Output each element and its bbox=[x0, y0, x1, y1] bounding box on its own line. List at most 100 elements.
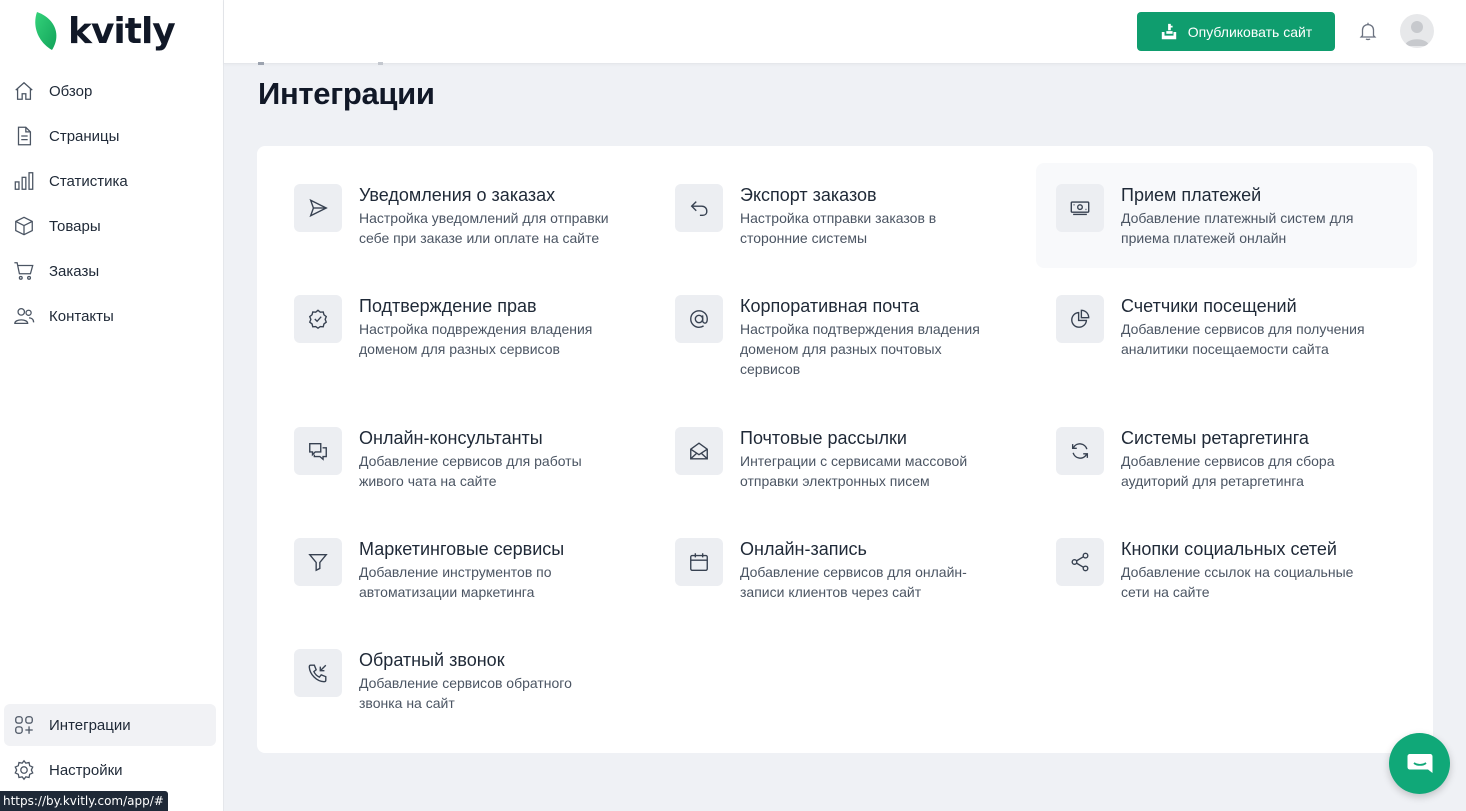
publish-site-button[interactable]: Опубликовать сайт bbox=[1137, 12, 1335, 51]
phone-incoming-icon bbox=[294, 649, 342, 697]
integration-desc-line: сторонние системы bbox=[740, 230, 868, 246]
integration-visit-counters[interactable]: Счетчики посещений Добавление сервисов д… bbox=[1036, 274, 1416, 379]
at-sign-icon bbox=[675, 295, 723, 343]
mail-open-icon bbox=[675, 427, 723, 475]
integration-title: Уведомления о заказах bbox=[359, 185, 556, 205]
integration-online-consultants[interactable]: Онлайн-консультанты Добавление сервисов … bbox=[274, 406, 654, 511]
publish-button-label: Опубликовать сайт bbox=[1187, 23, 1313, 40]
pie-chart-icon bbox=[1056, 295, 1104, 343]
integration-desc-line: записи клиентов через сайт bbox=[740, 584, 922, 600]
integration-mailing-lists[interactable]: Почтовые рассылки Интеграции с сервисами… bbox=[655, 406, 1035, 511]
integration-online-booking[interactable]: Онлайн-запись Добавление сервисов для он… bbox=[655, 517, 1035, 622]
integration-desc-line: Интеграции с сервисами массовой bbox=[740, 453, 968, 469]
sidebar-item-products[interactable]: Товары bbox=[4, 205, 216, 247]
integration-desc-line: автоматизации маркетинга bbox=[359, 584, 535, 600]
integration-desc-line: Настройка подтверждения владения bbox=[740, 321, 980, 337]
sidebar-item-pages[interactable]: Страницы bbox=[4, 115, 216, 157]
send-icon bbox=[294, 184, 342, 232]
sidebar-item-label: Товары bbox=[49, 217, 101, 235]
integration-desc-line: сети на сайте bbox=[1121, 584, 1210, 600]
integration-desc-line: аналитики посещаемости сайта bbox=[1121, 341, 1329, 357]
sidebar-item-stats[interactable]: Статистика bbox=[4, 160, 216, 202]
avatar[interactable] bbox=[1400, 14, 1434, 48]
home-icon bbox=[15, 81, 33, 100]
integration-title: Экспорт заказов bbox=[740, 185, 877, 205]
integration-desc-line: Добавление ссылок на социальные bbox=[1121, 564, 1354, 580]
integration-desc-line: Настройка подвреждения владения bbox=[359, 321, 593, 337]
integration-title: Прием платежей bbox=[1121, 185, 1262, 205]
share-icon bbox=[1056, 538, 1104, 586]
chat-widget-button[interactable] bbox=[1389, 733, 1450, 794]
integration-corporate-mail[interactable]: Корпоративная почта Настройка подтвержде… bbox=[655, 274, 1035, 399]
integration-retargeting[interactable]: Системы ретаргетинга Добавление сервисов… bbox=[1036, 406, 1416, 511]
integration-title: Почтовые рассылки bbox=[740, 428, 907, 448]
integration-payments[interactable]: Прием платежей Добавление платежный сист… bbox=[1036, 163, 1417, 268]
chat-bubbles-icon bbox=[294, 427, 342, 475]
money-icon bbox=[1056, 184, 1104, 232]
refresh-icon bbox=[1056, 427, 1104, 475]
sidebar-item-overview[interactable]: Обзор bbox=[4, 70, 216, 112]
integration-desc-line: Добавление инструментов по bbox=[359, 564, 552, 580]
page-title: Интеграции bbox=[258, 76, 435, 111]
integration-desc-line: доменом для разных почтовых bbox=[740, 341, 942, 357]
integration-title: Обратный звонок bbox=[359, 650, 505, 670]
integration-callback[interactable]: Обратный звонок Добавление сервисов обра… bbox=[274, 628, 654, 733]
integration-desc-line: Настройка отправки заказов в bbox=[740, 210, 937, 226]
integrations-card: Уведомления о заказах Настройка уведомле… bbox=[257, 146, 1433, 753]
sidebar-item-label: Контакты bbox=[49, 307, 114, 325]
integration-order-export[interactable]: Экспорт заказов Настройка отправки заказ… bbox=[655, 163, 1035, 268]
reply-icon bbox=[675, 184, 723, 232]
bell-icon[interactable] bbox=[1357, 20, 1379, 42]
sidebar-item-contacts[interactable]: Контакты bbox=[4, 295, 216, 337]
sidebar-item-label: Заказы bbox=[49, 262, 100, 280]
filter-icon bbox=[294, 538, 342, 586]
integration-social-buttons[interactable]: Кнопки социальных сетей Добавление ссыло… bbox=[1036, 517, 1416, 622]
sidebar-item-integrations[interactable]: Интеграции bbox=[4, 704, 216, 746]
cart-icon bbox=[14, 262, 34, 280]
integration-desc-line: Добавление сервисов для работы bbox=[359, 453, 582, 469]
topbar: Опубликовать сайт bbox=[224, 0, 1466, 64]
bar-chart-icon bbox=[14, 172, 34, 190]
integration-desc-line: Настройка уведомлений для отправки bbox=[359, 210, 609, 226]
badge-check-icon bbox=[294, 295, 342, 343]
integration-title: Подтверждение прав bbox=[359, 296, 537, 316]
document-icon bbox=[17, 126, 32, 146]
integration-desc-line: аудиторий для ретаргетинга bbox=[1121, 473, 1304, 489]
integration-marketing-services[interactable]: Маркетинговые сервисы Добавление инструм… bbox=[274, 517, 654, 622]
integration-desc-line: Добавление сервисов для получения bbox=[1121, 321, 1365, 337]
integration-rights-confirmation[interactable]: Подтверждение прав Настройка подвреждени… bbox=[274, 274, 654, 379]
logo-text: kvitly bbox=[68, 10, 176, 52]
users-icon bbox=[14, 308, 35, 324]
integration-title: Кнопки социальных сетей bbox=[1121, 539, 1337, 559]
calendar-icon bbox=[675, 538, 723, 586]
integration-desc-line: Добавление сервисов обратного bbox=[359, 675, 572, 691]
breadcrumb bbox=[258, 57, 438, 65]
integration-title: Системы ретаргетинга bbox=[1121, 428, 1309, 448]
integration-desc-line: Добавление платежный систем для bbox=[1121, 210, 1354, 226]
logo[interactable]: kvitly bbox=[34, 10, 176, 52]
sidebar-item-label: Статистика bbox=[49, 172, 128, 190]
integration-order-notifications[interactable]: Уведомления о заказах Настройка уведомле… bbox=[274, 163, 654, 268]
browser-status-url: https://by.kvitly.com/app/# bbox=[0, 791, 168, 811]
integration-desc-line: себе при заказе или оплате на сайте bbox=[359, 230, 600, 246]
sidebar-item-label: Страницы bbox=[49, 127, 120, 145]
sidebar-item-settings[interactable]: Настройки bbox=[4, 749, 216, 791]
sidebar-item-label: Настройки bbox=[49, 761, 123, 779]
sidebar-item-label: Обзор bbox=[49, 82, 93, 100]
gear-icon bbox=[14, 759, 34, 781]
integration-title: Онлайн-консультанты bbox=[359, 428, 543, 448]
sidebar-item-orders[interactable]: Заказы bbox=[4, 250, 216, 292]
integration-desc-line: звонка на сайт bbox=[359, 695, 455, 711]
integration-title: Онлайн-запись bbox=[740, 539, 867, 559]
integration-title: Маркетинговые сервисы bbox=[359, 539, 565, 559]
integration-desc-line: сервисов bbox=[740, 361, 801, 377]
chat-bubble-icon bbox=[1407, 753, 1432, 773]
publish-icon bbox=[1161, 23, 1176, 39]
integration-title: Корпоративная почта bbox=[740, 296, 920, 316]
leaf-logo-icon bbox=[35, 12, 57, 50]
integration-desc-line: отправки электронных писем bbox=[740, 473, 930, 489]
sidebar-item-label: Интеграции bbox=[49, 716, 131, 734]
integration-desc-line: Добавление сервисов для онлайн- bbox=[740, 564, 967, 580]
sidebar-nav: Обзор Страницы Статистика Товары Заказы … bbox=[4, 70, 216, 340]
cube-icon bbox=[15, 216, 33, 236]
